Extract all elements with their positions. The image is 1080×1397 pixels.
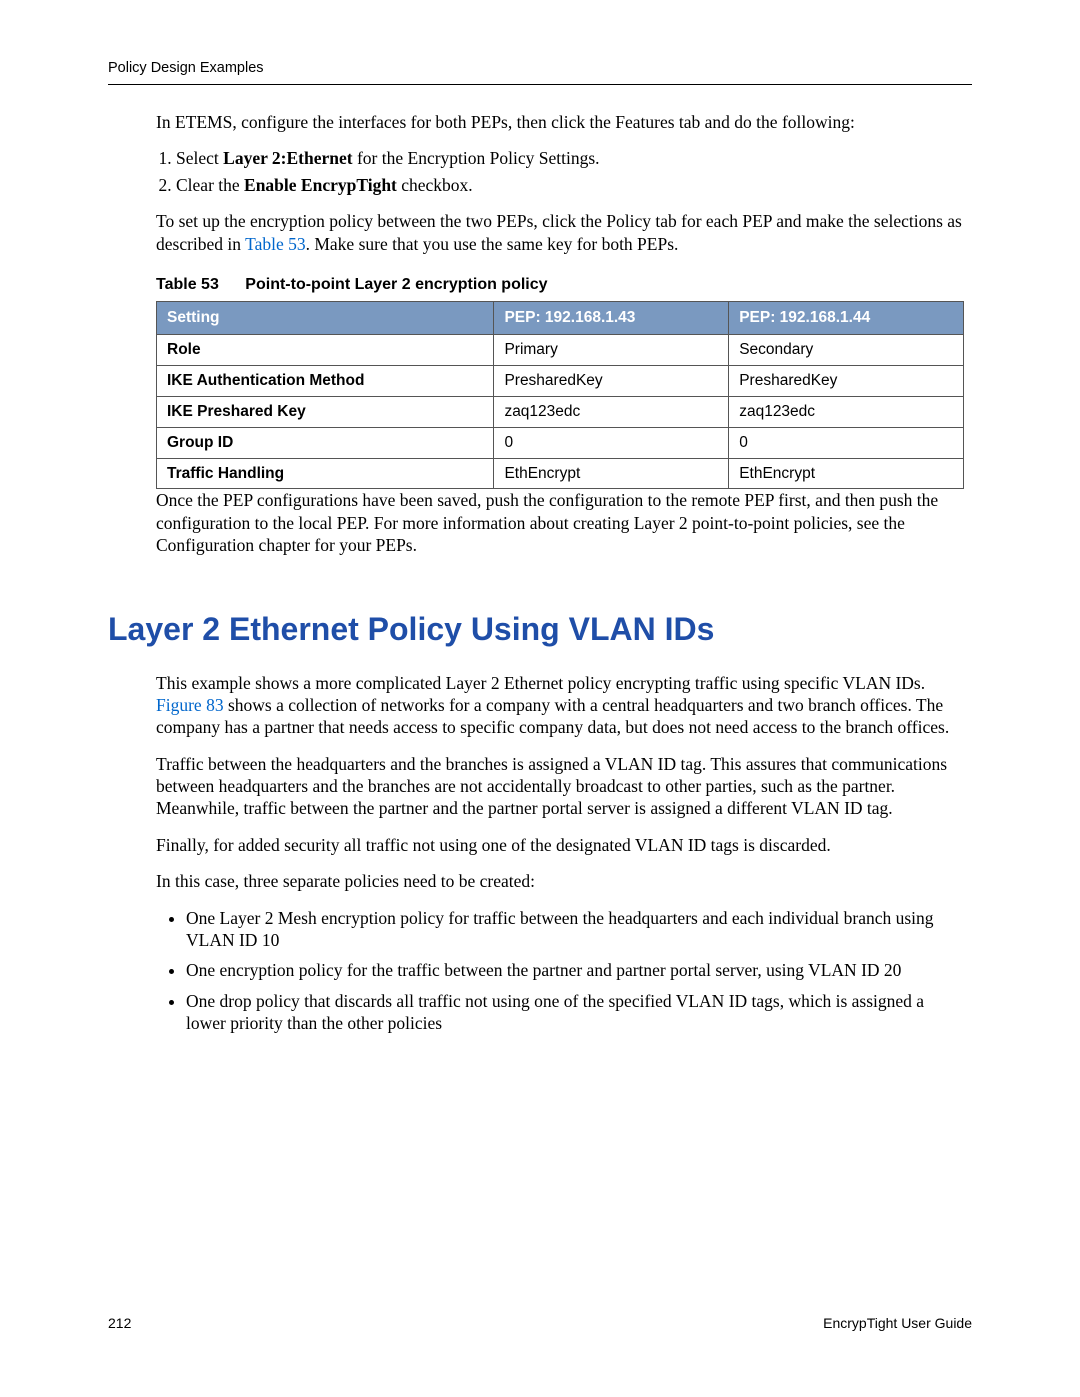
sec2-paragraph-1: This example shows a more complicated La… bbox=[156, 672, 964, 739]
table-53-link[interactable]: Table 53 bbox=[245, 234, 306, 254]
page-number: 212 bbox=[108, 1315, 131, 1331]
intro-paragraph: In ETEMS, configure the interfaces for b… bbox=[156, 111, 964, 133]
sec2-paragraph-2: Traffic between the headquarters and the… bbox=[156, 753, 964, 820]
col-pep-43: PEP: 192.168.1.43 bbox=[494, 302, 729, 335]
sec2-paragraph-4: In this case, three separate policies ne… bbox=[156, 870, 964, 892]
sec2-paragraph-3: Finally, for added security all traffic … bbox=[156, 834, 964, 856]
guide-title: EncrypTight User Guide bbox=[823, 1315, 972, 1331]
post-table-paragraph: Once the PEP configurations have been sa… bbox=[156, 489, 964, 556]
main-content: In ETEMS, configure the interfaces for b… bbox=[156, 111, 964, 1035]
section-heading: Layer 2 Ethernet Policy Using VLAN IDs bbox=[108, 609, 964, 650]
step-2: Clear the Enable EncrypTight checkbox. bbox=[176, 174, 964, 196]
page-header: Policy Design Examples bbox=[108, 60, 972, 85]
bullet-list: One Layer 2 Mesh encryption policy for t… bbox=[156, 907, 964, 1035]
figure-83-link[interactable]: Figure 83 bbox=[156, 695, 224, 715]
list-item: One drop policy that discards all traffi… bbox=[186, 990, 964, 1035]
header-title: Policy Design Examples bbox=[108, 60, 264, 76]
table-row: IKE Authentication Method PresharedKey P… bbox=[157, 366, 964, 397]
table-caption: Table 53 Point-to-point Layer 2 encrypti… bbox=[156, 275, 964, 295]
list-item: One Layer 2 Mesh encryption policy for t… bbox=[186, 907, 964, 952]
list-item: One encryption policy for the traffic be… bbox=[186, 959, 964, 981]
table-number: Table 53 bbox=[156, 276, 219, 293]
table-row: Traffic Handling EthEncrypt EthEncrypt bbox=[157, 458, 964, 489]
setup-paragraph: To set up the encryption policy between … bbox=[156, 210, 964, 255]
table-row: IKE Preshared Key zaq123edc zaq123edc bbox=[157, 396, 964, 427]
col-pep-44: PEP: 192.168.1.44 bbox=[729, 302, 964, 335]
table-header-row: Setting PEP: 192.168.1.43 PEP: 192.168.1… bbox=[157, 302, 964, 335]
col-setting: Setting bbox=[157, 302, 494, 335]
page-footer: 212 EncrypTight User Guide bbox=[108, 1315, 972, 1331]
step-1: Select Layer 2:Ethernet for the Encrypti… bbox=[176, 147, 964, 169]
policy-table: Setting PEP: 192.168.1.43 PEP: 192.168.1… bbox=[156, 301, 964, 489]
table-row: Role Primary Secondary bbox=[157, 335, 964, 366]
table-title: Point-to-point Layer 2 encryption policy bbox=[245, 276, 547, 293]
numbered-steps: Select Layer 2:Ethernet for the Encrypti… bbox=[156, 147, 964, 196]
table-row: Group ID 0 0 bbox=[157, 427, 964, 458]
